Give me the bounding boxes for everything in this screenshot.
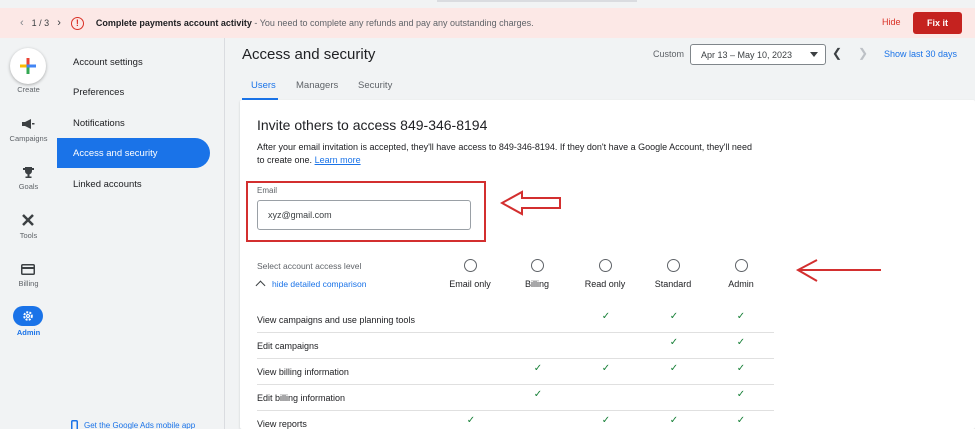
check-icon: ✓ <box>601 415 611 426</box>
chevron-left-icon[interactable]: ❮ <box>832 46 842 60</box>
banner-pager: ‹ 1 / 3 › <box>20 17 61 29</box>
date-range-picker[interactable]: Apr 13 – May 10, 2023 <box>690 44 826 65</box>
learn-more-link[interactable]: Learn more <box>315 155 361 165</box>
access-level-label-admin: Admin <box>728 279 754 289</box>
chevron-up-icon <box>255 280 266 291</box>
menu-item-account-settings[interactable]: Account settings <box>57 47 210 77</box>
hide-button[interactable]: Hide <box>882 17 901 27</box>
permission-label: View campaigns and use planning tools <box>257 315 415 325</box>
banner-text: - You need to complete any refunds and p… <box>251 18 534 28</box>
megaphone-icon[interactable] <box>20 116 36 132</box>
banner-page-count: 1 / 3 <box>31 18 50 28</box>
permission-label: View billing information <box>257 367 349 377</box>
menu-item-notifications[interactable]: Notifications <box>57 108 210 138</box>
annotation-arrow-left-icon <box>795 259 881 282</box>
admin-button[interactable] <box>13 306 43 326</box>
top-scrollbar[interactable] <box>437 0 637 2</box>
trophy-icon[interactable] <box>20 164 36 180</box>
gear-icon <box>23 311 33 321</box>
invite-description: After your email invitation is accepted,… <box>257 141 757 167</box>
permission-label: Edit campaigns <box>257 341 319 351</box>
chevron-right-icon[interactable]: › <box>57 17 61 29</box>
check-icon: ✓ <box>466 415 476 426</box>
permission-row: Edit campaigns ✓ ✓ <box>257 333 774 359</box>
banner-title: Complete payments account activity <box>95 18 252 28</box>
check-icon: ✓ <box>669 311 679 322</box>
annotation-arrow-left-icon <box>500 190 561 216</box>
goals-label[interactable]: Goals <box>0 182 57 191</box>
check-icon: ✓ <box>533 389 543 400</box>
notification-banner: ‹ 1 / 3 › ! Complete payments account ac… <box>0 8 975 38</box>
email-field[interactable] <box>257 200 471 230</box>
admin-label[interactable]: Admin <box>0 328 57 337</box>
banner-message: Complete payments account activity - You… <box>96 18 534 28</box>
permission-row: View campaigns and use planning tools ✓ ✓… <box>257 307 774 333</box>
permission-row: View billing information ✓ ✓ ✓ ✓ <box>257 359 774 385</box>
hide-comparison-toggle[interactable]: hide detailed comparison <box>255 279 367 291</box>
tools-icon[interactable] <box>20 212 36 228</box>
check-icon: ✓ <box>736 311 746 322</box>
admin-menu: Account settings Preferences Notificatio… <box>57 38 225 429</box>
access-level-admin[interactable]: Admin <box>701 259 781 289</box>
chevron-right-icon[interactable]: ❯ <box>858 46 868 60</box>
tab-users[interactable]: Users <box>251 80 276 91</box>
nav-rail: Create Campaigns Goals Tools Billing Adm… <box>0 38 57 429</box>
chevron-left-icon[interactable]: ‹ <box>20 17 24 29</box>
phone-icon <box>71 420 78 429</box>
radio-read-only[interactable] <box>598 259 612 272</box>
page-title: Access and security <box>242 46 376 63</box>
check-icon: ✓ <box>736 389 746 400</box>
menu-item-linked-accounts[interactable]: Linked accounts <box>57 169 210 199</box>
tools-label[interactable]: Tools <box>0 231 57 240</box>
date-range-value: Apr 13 – May 10, 2023 <box>701 49 793 60</box>
radio-admin[interactable] <box>734 259 748 272</box>
permission-row: View reports ✓ ✓ ✓ ✓ <box>257 411 774 429</box>
menu-item-preferences[interactable]: Preferences <box>57 77 210 107</box>
email-label: Email <box>257 186 278 195</box>
caret-down-icon <box>810 52 818 57</box>
fix-it-button[interactable]: Fix it <box>913 12 962 34</box>
tab-security[interactable]: Security <box>358 80 392 91</box>
show-last-30-days-link[interactable]: Show last 30 days <box>884 49 957 59</box>
invite-title: Invite others to access 849-346-8194 <box>257 117 488 133</box>
access-level-label: Select account access level <box>257 261 362 271</box>
check-icon: ✓ <box>601 311 611 322</box>
billing-label[interactable]: Billing <box>0 279 57 288</box>
check-icon: ✓ <box>669 415 679 426</box>
radio-standard[interactable] <box>666 259 680 272</box>
check-icon: ✓ <box>669 337 679 348</box>
alert-icon: ! <box>70 16 84 30</box>
check-icon: ✓ <box>533 363 543 374</box>
radio-billing[interactable] <box>530 259 544 272</box>
permission-row: Edit billing information ✓ ✓ <box>257 385 774 411</box>
tab-managers[interactable]: Managers <box>296 80 338 91</box>
check-icon: ✓ <box>669 363 679 374</box>
campaigns-label[interactable]: Campaigns <box>0 134 57 143</box>
check-icon: ✓ <box>736 415 746 426</box>
mobile-app-text: Get the Google Ads mobile app <box>84 421 196 429</box>
credit-card-icon[interactable] <box>20 261 36 277</box>
mobile-app-link[interactable]: Get the Google Ads mobile app <box>71 420 195 429</box>
create-button[interactable] <box>10 48 46 84</box>
create-label: Create <box>17 85 40 94</box>
plus-icon <box>20 58 36 74</box>
permission-label: View reports <box>257 419 307 429</box>
custom-label: Custom <box>653 49 685 59</box>
check-icon: ✓ <box>736 363 746 374</box>
page: ‹ 1 / 3 › ! Complete payments account ac… <box>0 0 975 429</box>
permission-label: Edit billing information <box>257 393 346 403</box>
hide-comparison-text: hide detailed comparison <box>272 279 367 289</box>
check-icon: ✓ <box>601 363 611 374</box>
check-icon: ✓ <box>736 337 746 348</box>
menu-item-access-and-security[interactable]: Access and security <box>57 138 210 168</box>
radio-email-only[interactable] <box>463 259 477 272</box>
